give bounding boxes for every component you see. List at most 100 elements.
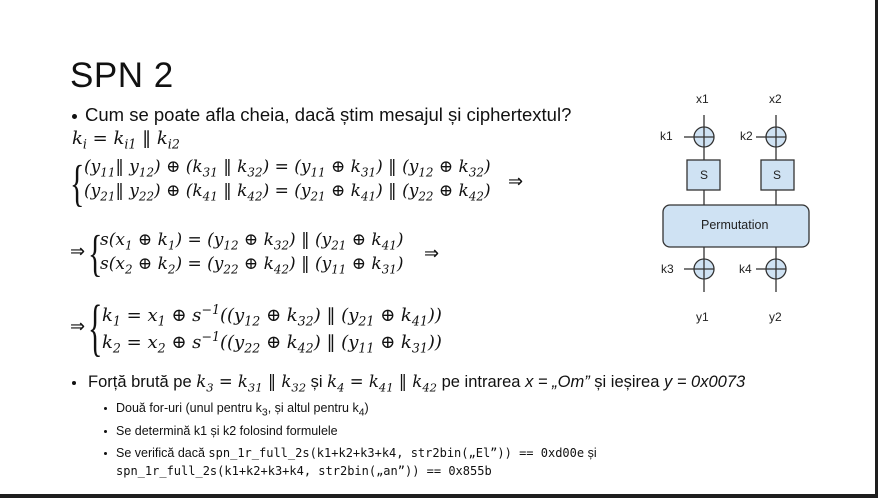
text-segment: ‖ k42 — [217, 181, 263, 204]
text-segment: ) ‖ (y21 — [289, 230, 347, 253]
bullet-dot — [104, 430, 107, 434]
text-segment: ) ‖ (y21 — [313, 305, 375, 329]
text-segment: ((y12 — [219, 305, 261, 329]
subscript: 32 — [468, 165, 484, 180]
text-segment: ) = (y21 — [262, 181, 326, 204]
text-segment: ⊕ k41 — [374, 305, 428, 329]
subscript: 42 — [422, 380, 438, 395]
sub-bullet-continuation: spn_1r_full_2s(k1+k2+k3+k4, str2bin(„an”… — [116, 464, 492, 478]
text-segment: k1 — [102, 305, 121, 329]
permutation-label: Permutation — [701, 218, 769, 232]
sbox-label: S — [773, 168, 782, 182]
text-segment: ‖ ki2 — [136, 128, 180, 152]
subscript: i1 — [124, 136, 137, 152]
text-segment: = ki1 — [86, 128, 137, 152]
system3-line2: k2 = x2 ⊕ s−1((y22 ⊕ k42) ‖ (y11 ⊕ k31)) — [102, 329, 442, 356]
bullet-dot — [104, 452, 107, 456]
text-segment: spn_1r_full_2s(k1+k2+k3+k4, str2bin(„El”… — [208, 446, 585, 460]
text-segment: (y11 — [84, 157, 116, 180]
subscript: 22 — [244, 340, 261, 356]
text-segment: ⊕ k32 — [238, 230, 290, 253]
text-segment: ⊕ s−1 — [165, 302, 220, 326]
sub-bullet-text: Două for-uri (unul pentru k3, și altul p… — [116, 401, 369, 419]
text-segment: ki — [72, 128, 87, 152]
text-segment: ⊕ k41 — [346, 230, 397, 253]
xor-icon — [765, 258, 787, 280]
text-segment: s(x2 — [100, 254, 133, 277]
system2-line2: s(x2 ⊕ k2) = (y22 ⊕ k42) ‖ (y11 ⊕ k31) — [100, 254, 404, 276]
subscript: 4 — [337, 380, 345, 395]
subscript: 31 — [360, 165, 377, 180]
text-segment: ⊕ k41 — [325, 181, 377, 204]
text-segment: ⊕ k42 — [260, 332, 314, 356]
subscript: 11 — [358, 340, 375, 356]
text-segment: ⊕ k2 — [132, 254, 176, 277]
text-segment: y = 0x0073 — [663, 373, 746, 391]
text-segment: ⊕ k32 — [260, 305, 314, 329]
bullet-dot — [72, 113, 77, 119]
system1-line1: (y11‖ y12) ⊕ (k31 ‖ k32) = (y11 ⊕ k31) ‖… — [84, 157, 491, 179]
text-segment: ) = (y12 — [175, 230, 239, 253]
subscript: 42 — [273, 262, 290, 277]
xor-icon — [765, 126, 787, 148]
subscript: 11 — [310, 165, 326, 180]
sub-bullet: Se determină k1 și k2 folosind formulele — [104, 424, 338, 438]
text-segment: și — [584, 446, 597, 460]
text-segment: k2 — [102, 332, 121, 356]
brute-force-text: Forță brută pe k3 = k31 ‖ k32 și k4 = k4… — [88, 372, 746, 395]
subscript: i2 — [167, 136, 180, 152]
text-segment: ‖ k32 — [262, 372, 307, 395]
subscript: 11 — [100, 165, 116, 180]
text-segment: ‖ y12 — [115, 157, 155, 180]
subscript: 1 — [157, 313, 166, 329]
text-segment: = x1 — [120, 305, 166, 329]
sub-bullet: Se verifică dacă spn_1r_full_2s(k1+k2+k3… — [104, 446, 597, 460]
subscript: 32 — [273, 238, 290, 253]
text-segment: ) — [483, 157, 491, 177]
subscript: 12 — [223, 238, 239, 253]
subscript: 41 — [411, 313, 428, 329]
system3-line1: k1 = x1 ⊕ s−1((y12 ⊕ k32) ‖ (y21 ⊕ k41)) — [102, 302, 442, 329]
subscript: 22 — [138, 189, 155, 204]
bullet-dot — [104, 407, 107, 411]
key-definition: ki = ki1 ‖ ki2 — [72, 128, 180, 152]
sub-bullet-text: Se determină k1 și k2 folosind formulele — [116, 424, 338, 438]
key-label: k3 — [661, 262, 674, 276]
subscript: 1 — [124, 238, 133, 253]
subscript: 42 — [297, 340, 314, 356]
bullet-dot — [72, 380, 76, 385]
brace: { — [88, 294, 103, 364]
key-label: k1 — [660, 129, 673, 143]
subscript: 42 — [468, 189, 484, 204]
brute-force-bullet: Forță brută pe k3 = k31 ‖ k32 și k4 = k4… — [72, 372, 745, 394]
text-segment: Se verifică dacă — [116, 446, 209, 460]
xor-icon — [693, 126, 715, 148]
input-label: x2 — [769, 92, 782, 106]
xor-icon — [693, 258, 715, 280]
text-segment: ‖ k42 — [393, 372, 438, 395]
subscript: 21 — [310, 189, 326, 204]
text-segment: x = „Om” — [525, 373, 590, 391]
subscript: 12 — [418, 165, 434, 180]
text-segment: ) ‖ (y11 — [313, 332, 375, 356]
implies-arrow: ⇒ — [508, 171, 524, 192]
text-segment: ⊕ k31 — [346, 254, 397, 277]
superscript: −1 — [201, 329, 220, 344]
text-segment: ) — [364, 401, 369, 415]
subscript: 41 — [381, 238, 397, 253]
text-segment: = k41 — [344, 372, 394, 395]
system1-line2: (y21‖ y22) ⊕ (k41 ‖ k42) = (y21 ⊕ k41) ‖… — [84, 181, 491, 203]
input-label: x1 — [696, 92, 709, 106]
text-segment: ⊕ k42 — [433, 181, 484, 204]
subscript: 41 — [378, 380, 394, 395]
subscript: 21 — [100, 189, 116, 204]
text-segment: )) — [427, 305, 442, 326]
key-label: k4 — [739, 262, 752, 276]
text-segment: ) ⊕ (k41 — [154, 181, 218, 204]
text-segment: ) — [483, 181, 491, 201]
subscript: 1 — [112, 313, 121, 329]
spn-diagram — [662, 115, 810, 292]
text-segment: = k31 — [213, 372, 263, 395]
text-segment: s(x1 — [100, 230, 133, 253]
sbox-label: S — [700, 168, 709, 182]
